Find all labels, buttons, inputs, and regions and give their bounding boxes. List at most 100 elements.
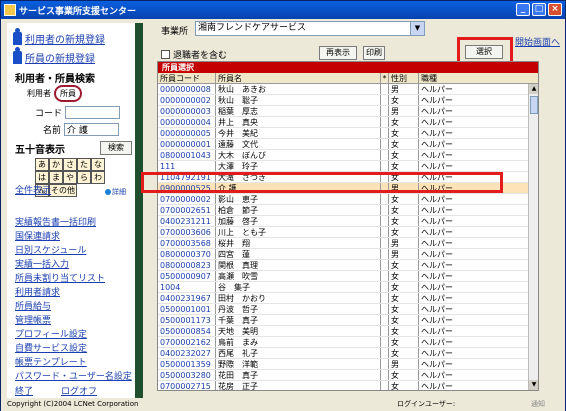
redisplay-button[interactable]: 再表示 <box>319 46 357 60</box>
cell-star <box>381 271 389 281</box>
table-row[interactable]: 0500001173 千葉 真子女ヘルパー <box>158 315 538 326</box>
register-user-label[interactable]: 利用者の新規登録 <box>25 31 105 46</box>
code-input[interactable] <box>65 106 121 119</box>
chevron-down-icon[interactable]: ▼ <box>410 22 424 35</box>
print-button[interactable]: 印刷 <box>363 46 385 60</box>
table-row[interactable]: 0500001001 丹波 哲子女ヘルパー <box>158 304 538 315</box>
menu-staff-salary[interactable]: 所員給与 <box>15 299 51 312</box>
cell-sex: 女 <box>389 381 419 390</box>
menu-management-forms[interactable]: 管理帳票 <box>15 313 51 326</box>
maximize-button[interactable]: □ <box>532 3 546 16</box>
search-button[interactable]: 検索 <box>100 141 132 155</box>
col-header-sex[interactable]: 性別 <box>389 73 419 83</box>
table-row[interactable]: 0700003568 桜井 翔男ヘルパー <box>158 238 538 249</box>
kana-ta[interactable]: た <box>77 158 91 171</box>
include-retired-row[interactable]: 退職者を含む <box>161 48 227 61</box>
kana-sa[interactable]: さ <box>63 158 77 171</box>
cell-sex: 女 <box>389 370 419 380</box>
cell-sex: 女 <box>389 216 419 226</box>
scroll-down-icon[interactable]: ▼ <box>529 380 538 390</box>
table-row[interactable]: 0500000854 天地 美明女ヘルパー <box>158 326 538 337</box>
table-row[interactable]: 0800001043 大木 ぼんび女ヘルパー <box>158 150 538 161</box>
quit-link[interactable]: 終了 <box>15 384 33 397</box>
cell-job: ヘルパー <box>421 360 453 369</box>
table-row[interactable]: 1004 谷 集子女ヘルパー <box>158 282 538 293</box>
toggle-user[interactable]: 利用者 <box>27 88 51 99</box>
cell-star <box>381 381 389 390</box>
menu-password-settings[interactable]: パスワード・ユーザー名設定 <box>15 369 132 382</box>
toggle-staff[interactable]: 所員 <box>54 85 82 102</box>
kana-na[interactable]: な <box>91 158 105 171</box>
cell-code: 0000000004 <box>158 117 216 127</box>
code-field-row: コード <box>35 106 121 119</box>
table-row[interactable]: 0000000005 今井 美紀女ヘルパー <box>158 128 538 139</box>
kana-ka[interactable]: か <box>49 158 63 171</box>
table-row[interactable]: 0500001359 野際 洋範男ヘルパー <box>158 359 538 370</box>
logoff-link[interactable]: ログオフ <box>61 384 97 397</box>
office-select[interactable]: 湘南フレンドケアサービス ▼ <box>195 21 425 36</box>
cell-sex: 女 <box>389 260 419 270</box>
table-row[interactable]: 0700003606 川上 とも子女ヘルパー <box>158 227 538 238</box>
cell-name: 井上 真央 <box>216 117 381 127</box>
cell-code: 0000000001 <box>158 139 216 149</box>
cell-star <box>381 326 389 336</box>
table-row[interactable]: 0700002162 鳥前 まみ女ヘルパー <box>158 337 538 348</box>
show-all-link[interactable]: 全件表示 <box>15 183 51 196</box>
table-row[interactable]: 0400231211 加藤 啓子女ヘルパー <box>158 216 538 227</box>
menu-form-template[interactable]: 帳票テンプレート <box>15 355 87 368</box>
menu-daily-schedule[interactable]: 日別スケジュール <box>15 243 86 256</box>
search-target-toggle[interactable]: 利用者 所員 <box>27 85 82 102</box>
table-row[interactable]: 0000000002 秋山 聡子女ヘルパー <box>158 95 538 106</box>
menu-unassigned-list[interactable]: 所員未割り当てリスト <box>15 271 105 284</box>
kana-other[interactable]: その他 <box>49 184 77 197</box>
detail-label[interactable]: 詳細 <box>112 187 126 197</box>
col-header-code[interactable]: 所員コード <box>158 73 216 83</box>
register-user-link[interactable]: 利用者の新規登録 <box>13 28 105 46</box>
kana-wa[interactable]: わ <box>91 171 105 184</box>
table-row[interactable]: 0700000002 影山 恵子女ヘルパー <box>158 194 538 205</box>
menu-private-service-settings[interactable]: 自費サービス設定 <box>15 341 87 354</box>
kana-a[interactable]: あ <box>35 158 49 171</box>
cell-sex: 女 <box>389 348 419 358</box>
register-staff-label[interactable]: 所員の新規登録 <box>25 50 95 65</box>
table-row[interactable]: 0000000008 秋山 あきお男ヘルパー <box>158 84 538 95</box>
table-row[interactable]: 0800000370 四宮 蓮男ヘルパー <box>158 249 538 260</box>
scroll-up-icon[interactable]: ▲ <box>529 84 538 94</box>
table-row[interactable]: 0400232027 西尾 礼子女ヘルパー <box>158 348 538 359</box>
detail-link[interactable]: 詳細 <box>105 187 126 197</box>
menu-bulk-input[interactable]: 実績一括入力 <box>15 257 69 270</box>
cell-sex: 女 <box>389 205 419 215</box>
table-row[interactable]: 0400231967 田村 かおり女ヘルパー <box>158 293 538 304</box>
col-header-name[interactable]: 所員名 <box>216 73 381 83</box>
table-row[interactable]: 0000000003 稲葉 厚志男ヘルパー <box>158 106 538 117</box>
kana-ya[interactable]: や <box>63 171 77 184</box>
scroll-thumb[interactable] <box>530 96 538 114</box>
table-row[interactable]: 0000000004 井上 真央女ヘルパー <box>158 117 538 128</box>
kana-ma[interactable]: ま <box>49 171 63 184</box>
table-row[interactable]: 111 大澤 玲子女ヘルパー <box>158 161 538 172</box>
menu-user-billing[interactable]: 利用者請求 <box>15 285 60 298</box>
table-row[interactable]: 0000000001 遠藤 文代女ヘルパー <box>158 139 538 150</box>
close-button[interactable]: × <box>548 3 562 16</box>
menu-profile-settings[interactable]: プロフィール設定 <box>15 327 87 340</box>
back-to-start-link[interactable]: 開始画面へ <box>515 35 560 48</box>
register-staff-link[interactable]: 所員の新規登録 <box>13 47 95 65</box>
col-header-job[interactable]: 職種 <box>419 73 538 83</box>
menu-kokuho-claim[interactable]: 国保連請求 <box>15 229 60 242</box>
table-row[interactable]: 0700002651 柏倉 節子女ヘルパー <box>158 205 538 216</box>
cell-job: ヘルパー <box>421 327 453 336</box>
table-row[interactable]: 0500000907 高瀬 吹雪女ヘルパー <box>158 271 538 282</box>
include-retired-checkbox[interactable] <box>161 50 170 59</box>
menu-bulk-print[interactable]: 実績報告書一括印刷 <box>15 215 96 228</box>
table-row[interactable]: 0500003280 花田 真子女ヘルパー <box>158 370 538 381</box>
name-input[interactable] <box>64 123 120 136</box>
cell-sex: 男 <box>389 249 419 259</box>
minimize-button[interactable]: _ <box>516 3 530 16</box>
cell-code: 0000000008 <box>158 84 216 94</box>
cell-job: ヘルパー <box>421 250 453 259</box>
kana-ra[interactable]: ら <box>77 171 91 184</box>
list-scrollbar[interactable]: ▲ ▼ <box>528 84 538 390</box>
table-row[interactable]: 0700002715 花房 正子女ヘルパー <box>158 381 538 390</box>
cell-name: 花田 真子 <box>216 370 381 380</box>
table-row[interactable]: 0800000823 関根 真理女ヘルパー <box>158 260 538 271</box>
